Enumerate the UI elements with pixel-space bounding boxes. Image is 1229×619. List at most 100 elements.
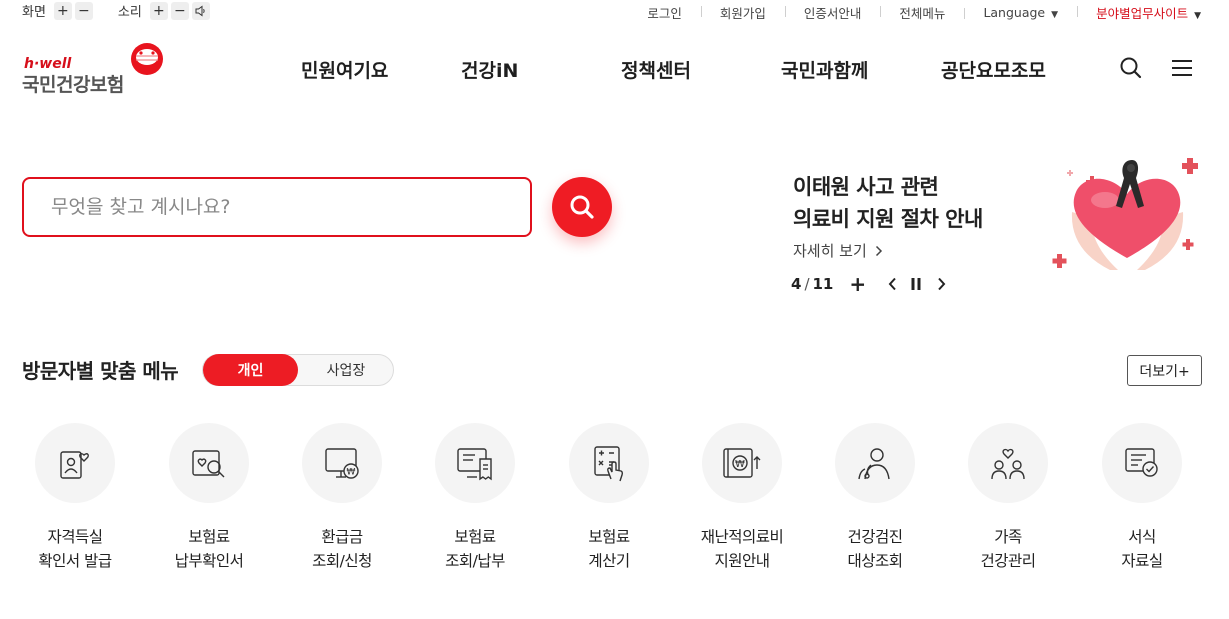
login-link[interactable]: 로그인 bbox=[628, 3, 701, 22]
family-heart-icon bbox=[991, 448, 1025, 480]
certificate-guide-link[interactable]: 인증서안내 bbox=[784, 3, 881, 22]
language-label: Language bbox=[983, 5, 1046, 20]
menu-item-forms-library[interactable]: 서식자료실 bbox=[1082, 423, 1202, 573]
signup-link[interactable]: 회원가입 bbox=[700, 3, 785, 22]
menu-item-line1: 재난적의료비 bbox=[700, 528, 784, 546]
banner-expand-button[interactable]: + bbox=[849, 272, 866, 296]
banner-current-page: 4 bbox=[791, 275, 802, 293]
menu-item-line1: 보험료 bbox=[188, 528, 230, 546]
tab-personal[interactable]: 개인 bbox=[203, 354, 298, 386]
menu-item-family-health-management[interactable]: 가족건강관리 bbox=[948, 423, 1068, 573]
accessibility-controls: 화면 + − 소리 + − bbox=[22, 1, 213, 20]
utility-bar: 화면 + − 소리 + − 로그인 회원가입 인증서안내 전체메뉴 Langua… bbox=[0, 0, 1229, 24]
utility-links: 로그인 회원가입 인증서안내 전체메뉴 Language ▼ 분야별업무사이트 ▼ bbox=[628, 3, 1201, 22]
menu-item-line2: 조회/신청 bbox=[312, 552, 372, 570]
volume-down-button[interactable]: − bbox=[170, 1, 189, 20]
search-field bbox=[22, 177, 532, 237]
banner-title-line1: 이태원 사고 관련 bbox=[793, 175, 939, 199]
menu-item-line1: 건강검진 bbox=[847, 528, 903, 546]
main-navigation: 민원여기요 건강iN 정책센터 국민과함께 공단요모조모 bbox=[0, 56, 1229, 84]
banner-controls: 4 / 11 + bbox=[791, 272, 946, 296]
menu-icon-circle bbox=[569, 423, 649, 503]
menu-item-line2: 납부확인서 bbox=[174, 552, 244, 570]
nav-with-citizens[interactable]: 국민과함께 bbox=[781, 56, 868, 83]
svg-text:₩: ₩ bbox=[347, 468, 356, 478]
banner-pause-button[interactable] bbox=[911, 278, 921, 290]
sound-label: 소리 bbox=[117, 5, 142, 20]
menu-icon-circle bbox=[169, 423, 249, 503]
caret-down-icon: ▼ bbox=[1194, 11, 1201, 21]
doctor-icon bbox=[858, 448, 890, 480]
family-sites-label: 분야별업무사이트 bbox=[1096, 6, 1189, 21]
banner-next-button[interactable] bbox=[937, 277, 946, 291]
menu-item-line2: 대상조회 bbox=[847, 552, 903, 570]
document-check-icon bbox=[1125, 448, 1158, 477]
chevron-right-icon bbox=[938, 277, 946, 291]
full-menu-link[interactable]: 전체메뉴 bbox=[880, 3, 964, 22]
menu-item-premium-payment-confirmation[interactable]: 보험료납부확인서 bbox=[149, 423, 269, 573]
menu-item-line2: 자료실 bbox=[1121, 552, 1163, 570]
nav-about-nhis[interactable]: 공단요모조모 bbox=[941, 56, 1046, 83]
hamburger-menu-icon[interactable] bbox=[1171, 56, 1193, 80]
banner-title-line2: 의료비 지원 절차 안내 bbox=[793, 207, 983, 231]
tab-business[interactable]: 사업장 bbox=[298, 355, 394, 385]
menu-item-line2: 계산기 bbox=[588, 552, 630, 570]
menu-item-premium-inquiry-payment[interactable]: 보험료조회/납부 bbox=[415, 423, 535, 573]
banner-prev-button[interactable] bbox=[888, 277, 897, 291]
monitor-receipt-icon bbox=[457, 448, 492, 481]
menu-item-catastrophic-medical-support[interactable]: ₩ 재난적의료비지원안내 bbox=[682, 423, 802, 573]
menu-item-line1: 가족 bbox=[994, 528, 1022, 546]
nav-policy-center[interactable]: 정책센터 bbox=[621, 56, 691, 83]
banner-more-label: 자세히 보기 bbox=[793, 242, 867, 260]
menu-item-line2: 지원안내 bbox=[714, 552, 770, 570]
menu-icon-circle: ₩ bbox=[302, 423, 382, 503]
volume-up-button[interactable]: + bbox=[149, 1, 168, 20]
family-sites-select[interactable]: 분야별업무사이트 ▼ bbox=[1077, 3, 1201, 22]
search-icon[interactable] bbox=[1119, 56, 1143, 80]
menu-item-line1: 자격득실 bbox=[47, 528, 103, 546]
menu-item-refund-inquiry[interactable]: ₩ 환급금조회/신청 bbox=[282, 423, 402, 573]
caret-down-icon: ▼ bbox=[1051, 10, 1059, 20]
menu-icon-circle bbox=[435, 423, 515, 503]
search-icon bbox=[570, 195, 594, 219]
banner-more-link[interactable]: 자세히 보기 bbox=[793, 240, 883, 261]
language-select[interactable]: Language ▼ bbox=[964, 5, 1077, 20]
menu-icon-circle bbox=[1102, 423, 1182, 503]
svg-text:₩: ₩ bbox=[735, 459, 745, 470]
menu-item-line1: 보험료 bbox=[454, 528, 496, 546]
screen-zoom-out-button[interactable]: − bbox=[74, 1, 93, 20]
menu-icon-circle bbox=[968, 423, 1048, 503]
chevron-left-icon bbox=[888, 277, 896, 291]
menu-item-premium-calculator[interactable]: 보험료계산기 bbox=[549, 423, 669, 573]
menu-item-line1: 서식 bbox=[1128, 528, 1156, 546]
banner-total-pages: 11 bbox=[812, 275, 834, 293]
banner-title[interactable]: 이태원 사고 관련 의료비 지원 절차 안내 bbox=[793, 171, 983, 235]
heart-ribbon-illustration bbox=[1052, 158, 1198, 270]
menu-item-line1: 환급금 bbox=[321, 528, 363, 546]
calculator-hand-icon bbox=[594, 446, 624, 482]
menu-item-line1: 보험료 bbox=[588, 528, 630, 546]
visitor-type-toggle: 개인 사업장 bbox=[202, 354, 394, 386]
menu-icon-circle bbox=[835, 423, 915, 503]
chevron-right-icon bbox=[875, 245, 882, 256]
screen-size-label: 화면 bbox=[22, 5, 46, 20]
monitor-won-icon: ₩ bbox=[325, 448, 359, 479]
banner-page-divider: / bbox=[804, 275, 810, 293]
menu-item-health-checkup-inquiry[interactable]: 건강검진대상조회 bbox=[815, 423, 935, 573]
screen-zoom-in-button[interactable]: + bbox=[53, 1, 72, 20]
menu-item-eligibility-certificate[interactable]: 자격득실확인서 발급 bbox=[15, 423, 135, 573]
menu-icon-circle bbox=[35, 423, 115, 503]
nav-civil-service[interactable]: 민원여기요 bbox=[301, 56, 388, 83]
heart-search-icon bbox=[192, 450, 225, 478]
menu-item-line2: 확인서 발급 bbox=[38, 552, 112, 570]
pause-icon bbox=[911, 278, 921, 290]
search-button[interactable] bbox=[552, 177, 612, 237]
menu-item-line2: 조회/납부 bbox=[445, 552, 505, 570]
nav-health-in[interactable]: 건강iN bbox=[461, 56, 518, 83]
speaker-icon[interactable] bbox=[191, 1, 210, 20]
visitor-menu-title: 방문자별 맞춤 메뉴 bbox=[22, 359, 179, 383]
won-up-icon: ₩ bbox=[723, 448, 761, 478]
more-button[interactable]: 더보기+ bbox=[1127, 355, 1202, 386]
search-input[interactable] bbox=[51, 196, 491, 218]
menu-item-line2: 건강관리 bbox=[980, 552, 1036, 570]
